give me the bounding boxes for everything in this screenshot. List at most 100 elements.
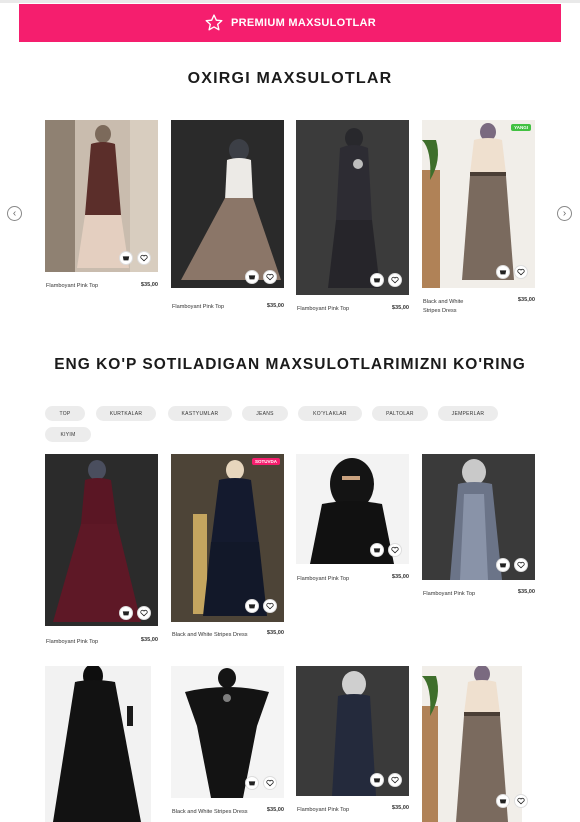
add-to-cart-button[interactable] xyxy=(496,265,510,279)
filter-chip-jemperlar[interactable]: JEMPERLAR xyxy=(438,406,498,421)
cart-icon xyxy=(499,563,507,568)
cart-icon xyxy=(499,799,507,804)
latest-products-title: OXIRGI MAXSULOTLAR xyxy=(187,70,393,87)
product-image[interactable] xyxy=(171,120,284,288)
heart-icon xyxy=(266,273,274,281)
heart-icon xyxy=(517,561,525,569)
cart-icon xyxy=(373,278,381,283)
add-to-cart-button[interactable] xyxy=(245,776,259,790)
product-name[interactable]: Black and White Stripes Dress xyxy=(423,298,478,316)
filter-chip-jeans[interactable]: JEANS xyxy=(242,406,288,421)
add-to-cart-button[interactable] xyxy=(245,599,259,613)
product-price: $35,00 xyxy=(517,297,535,303)
product-name[interactable]: Flamboyant Pink Top xyxy=(423,590,498,599)
product-price: $35,00 xyxy=(391,805,409,811)
wishlist-button[interactable] xyxy=(514,558,528,572)
filter-chip-kiyim[interactable]: KIYIM xyxy=(45,427,91,442)
product-name[interactable]: Flamboyant Pink Top xyxy=(297,806,372,815)
product-card[interactable]: Flamboyant Pink Top $35,00 xyxy=(171,120,284,312)
add-to-cart-button[interactable] xyxy=(370,773,384,787)
add-to-cart-button[interactable] xyxy=(370,543,384,557)
add-to-cart-button[interactable] xyxy=(119,606,133,620)
cart-icon xyxy=(499,270,507,275)
chevron-right-icon: › xyxy=(562,208,567,219)
product-card[interactable] xyxy=(422,666,535,822)
product-name[interactable]: Flamboyant Pink Top xyxy=(172,303,247,312)
heart-icon xyxy=(391,276,399,284)
add-to-cart-button[interactable] xyxy=(496,558,510,572)
cart-icon xyxy=(248,604,256,609)
wishlist-button[interactable] xyxy=(388,773,402,787)
product-image[interactable] xyxy=(45,120,158,272)
filter-chip-kurtkalar[interactable]: KURTKALAR xyxy=(96,406,156,421)
heart-icon xyxy=(391,776,399,784)
product-card[interactable]: Flamboyant Pink Top $35,00 xyxy=(296,120,409,312)
wishlist-button[interactable] xyxy=(514,794,528,808)
heart-icon xyxy=(391,546,399,554)
product-image[interactable] xyxy=(422,120,535,288)
product-name[interactable]: Flamboyant Pink Top xyxy=(297,575,372,584)
heart-icon xyxy=(140,609,148,617)
wishlist-button[interactable] xyxy=(388,273,402,287)
product-name[interactable]: Flamboyant Pink Top xyxy=(46,638,121,647)
filter-chip-kastyumlar[interactable]: KASTYUMLAR xyxy=(168,406,232,421)
star-icon xyxy=(205,14,223,31)
wishlist-button[interactable] xyxy=(137,251,151,265)
carousel-prev-button[interactable]: ‹ xyxy=(7,206,22,221)
wishlist-button[interactable] xyxy=(263,776,277,790)
premium-products-banner[interactable]: PREMIUM MAXSULOTLAR xyxy=(19,4,561,42)
wishlist-button[interactable] xyxy=(388,543,402,557)
cart-icon xyxy=(122,256,130,261)
product-price: $35,00 xyxy=(140,637,158,643)
product-price: $35,00 xyxy=(266,630,284,636)
banner-label: PREMIUM MAXSULOTLAR xyxy=(230,17,377,29)
product-name[interactable]: Black and White Stripes Dress xyxy=(172,631,252,640)
product-price: $35,00 xyxy=(391,574,409,580)
product-card[interactable]: Flamboyant Pink Top $35,00 xyxy=(45,454,158,649)
product-name[interactable]: Flamboyant Pink Top xyxy=(297,305,372,314)
cart-icon xyxy=(248,781,256,786)
product-price: $35,00 xyxy=(266,807,284,813)
product-card[interactable]: Black and White Stripes Dress $35,00 xyxy=(171,666,284,822)
cart-icon xyxy=(248,275,256,280)
product-name[interactable]: Flamboyant Pink Top xyxy=(46,282,121,291)
filter-chip-koylaklar[interactable]: KO'YLAKLAR xyxy=(298,406,362,421)
product-card[interactable]: Flamboyant Pink Top $35,00 xyxy=(296,666,409,822)
chevron-left-icon: ‹ xyxy=(12,208,17,219)
wishlist-button[interactable] xyxy=(263,270,277,284)
add-to-cart-button[interactable] xyxy=(496,794,510,808)
add-to-cart-button[interactable] xyxy=(119,251,133,265)
add-to-cart-button[interactable] xyxy=(245,270,259,284)
wishlist-button[interactable] xyxy=(514,265,528,279)
product-price: $35,00 xyxy=(140,282,158,288)
product-image[interactable] xyxy=(45,666,151,822)
wishlist-button[interactable] xyxy=(137,606,151,620)
filter-chip-top[interactable]: TOP xyxy=(45,406,85,421)
heart-icon xyxy=(517,268,525,276)
product-image[interactable] xyxy=(296,120,409,295)
product-price: $35,00 xyxy=(517,589,535,595)
heart-icon xyxy=(266,602,274,610)
cart-icon xyxy=(122,611,130,616)
product-price: $35,00 xyxy=(266,303,284,309)
product-card[interactable]: Flamboyant Pink Top $35,00 xyxy=(296,454,409,589)
product-image[interactable] xyxy=(45,454,158,626)
product-card[interactable]: Flamboyant Pink Top $35,00 xyxy=(422,454,535,604)
heart-icon xyxy=(266,779,274,787)
product-card[interactable]: SOTUVDA Black and White Stripes Dress $3… xyxy=(171,454,284,654)
heart-icon xyxy=(517,797,525,805)
carousel-next-button[interactable]: › xyxy=(557,206,572,221)
add-to-cart-button[interactable] xyxy=(370,273,384,287)
top-border xyxy=(0,0,580,3)
product-image[interactable] xyxy=(171,454,284,622)
wishlist-button[interactable] xyxy=(263,599,277,613)
product-card[interactable] xyxy=(45,666,151,822)
sale-badge: SOTUVDA xyxy=(251,458,280,465)
new-badge: YANGI xyxy=(511,124,531,131)
product-card[interactable]: Flamboyant Pink Top $35,00 xyxy=(45,120,158,295)
product-card[interactable]: YANGI Black and White Stripes Dress $35,… xyxy=(422,120,535,320)
product-name[interactable]: Black and White Stripes Dress xyxy=(172,808,252,817)
filter-chip-paltolar[interactable]: PALTOLAR xyxy=(372,406,428,421)
bestsellers-title: ENG KO'P SOTILADIGAN MAXSULOTLARIMIZNI K… xyxy=(54,356,526,373)
product-price: $35,00 xyxy=(391,305,409,311)
